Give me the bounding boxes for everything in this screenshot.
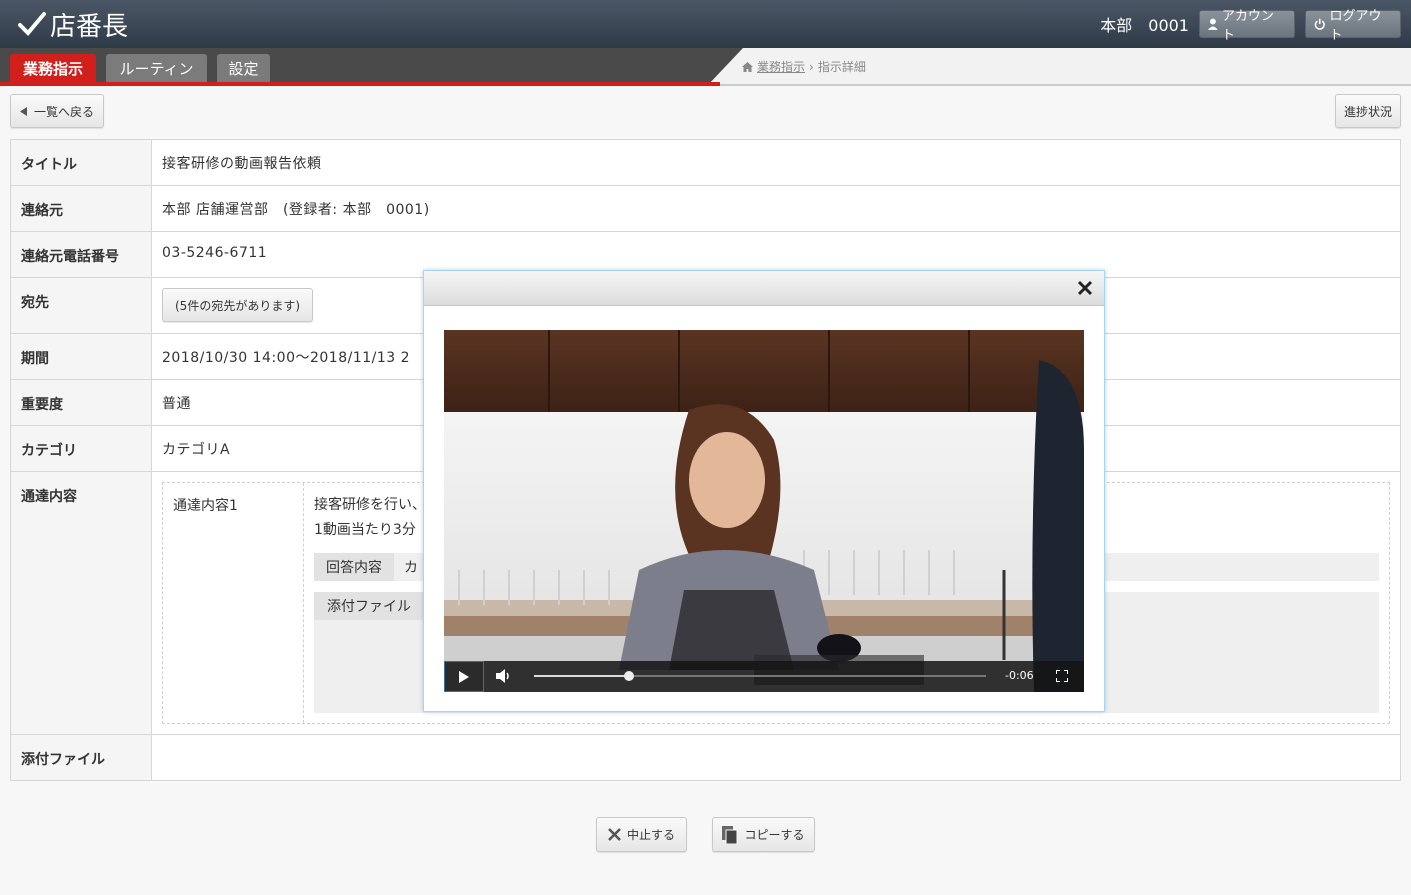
- time-remaining: -0:06: [1005, 669, 1034, 682]
- field-label: 添付ファイル: [11, 735, 152, 780]
- power-icon: [1314, 18, 1325, 30]
- top-header: 店番長 本部 0001 アカウント ログアウト: [0, 0, 1411, 48]
- field-label: カテゴリ: [11, 426, 152, 471]
- triangle-left-icon: [19, 106, 27, 116]
- answer-value: カ: [404, 560, 418, 576]
- field-label: タイトル: [11, 140, 152, 185]
- app-name: 店番長: [50, 11, 129, 42]
- field-label: 連絡元電話番号: [11, 232, 152, 277]
- current-user: 本部 0001: [1100, 16, 1189, 35]
- play-icon: [459, 670, 469, 683]
- account-label: アカウント: [1221, 9, 1274, 43]
- seek-progress: [534, 675, 629, 677]
- sender-value: 本部 店舗運営部 (登録者: 本部 0001): [162, 202, 430, 218]
- app-logo[interactable]: 店番長: [18, 8, 129, 42]
- chevron-right-icon: ›: [809, 59, 814, 74]
- home-icon: [742, 61, 753, 72]
- fullscreen-icon[interactable]: [1056, 670, 1068, 682]
- breadcrumb-link[interactable]: 業務指示: [757, 58, 805, 75]
- detail-row-title: タイトル 接客研修の動画報告依頼: [11, 140, 1400, 186]
- detail-row-sender: 連絡元 本部 店舗運営部 (登録者: 本部 0001): [11, 186, 1400, 232]
- video-controls: -0:06: [444, 661, 1084, 692]
- stop-label: 中止する: [626, 828, 675, 842]
- volume-icon[interactable]: [496, 669, 512, 683]
- destinations-button[interactable]: (5件の宛先があります): [162, 288, 313, 322]
- account-button[interactable]: アカウント: [1199, 9, 1295, 43]
- breadcrumb-current: 指示詳細: [817, 60, 866, 74]
- close-icon: [608, 828, 621, 841]
- breadcrumb: 業務指示 › 指示詳細: [742, 58, 866, 75]
- copy-label: コピーする: [744, 828, 805, 842]
- close-icon[interactable]: [1076, 279, 1094, 297]
- check-icon: [18, 12, 46, 36]
- seek-handle[interactable]: [623, 671, 634, 681]
- tab-business-instructions[interactable]: 業務指示: [10, 54, 96, 82]
- main-nav: 業務指示 ルーティン 設定: [0, 48, 1411, 86]
- field-label: 期間: [11, 334, 152, 379]
- user-icon: [1208, 18, 1218, 30]
- video-modal: -0:06: [423, 270, 1105, 712]
- field-label: 通達内容: [11, 472, 152, 734]
- logout-button[interactable]: ログアウト: [1305, 9, 1401, 43]
- stop-button[interactable]: 中止する: [596, 817, 687, 852]
- copy-icon: [722, 825, 738, 844]
- tab-routine[interactable]: ルーティン: [106, 54, 207, 82]
- answer-label: 回答内容: [314, 553, 394, 581]
- title-value: 接客研修の動画報告依頼: [162, 156, 322, 172]
- tab-settings[interactable]: 設定: [217, 54, 270, 82]
- detail-row-attachment: 添付ファイル: [11, 735, 1400, 780]
- field-label: 連絡元: [11, 186, 152, 231]
- progress-status-button[interactable]: 進捗状況: [1335, 94, 1401, 128]
- modal-header: [424, 271, 1104, 306]
- logout-label: ログアウト: [1329, 9, 1382, 43]
- copy-button[interactable]: コピーする: [712, 817, 815, 852]
- back-to-list-button[interactable]: 一覧へ戻る: [10, 94, 104, 128]
- nav-accent-line: [0, 82, 720, 86]
- attachment-label: 添付ファイル: [314, 592, 424, 620]
- video-player[interactable]: -0:06: [444, 330, 1084, 692]
- seek-bar[interactable]: [534, 671, 986, 681]
- field-label: 宛先: [11, 278, 152, 333]
- content-item-label: 通達内容1: [163, 483, 304, 723]
- field-label: 重要度: [11, 380, 152, 425]
- play-button[interactable]: [444, 661, 484, 692]
- back-label: 一覧へ戻る: [33, 104, 94, 119]
- video-frame: [444, 330, 1084, 692]
